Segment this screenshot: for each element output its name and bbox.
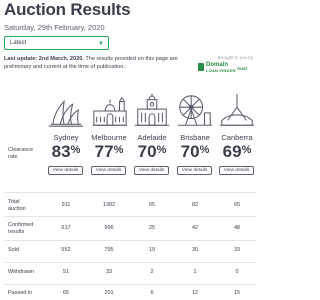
table-cell: 795 (104, 247, 114, 253)
table-cell: 48 (233, 225, 241, 231)
table-cell: 42 (191, 225, 199, 231)
divider (4, 216, 256, 217)
table-cell: 51 (62, 269, 70, 275)
table-cell: 552 (61, 247, 71, 253)
table-cell: 2 (150, 269, 154, 275)
sponsor-logo-side: Aust (237, 66, 247, 71)
clearance-rate-value: 77% (87, 142, 131, 162)
clearance-rate-value: 83% (44, 142, 88, 162)
brisbane-wheel-icon (176, 92, 214, 130)
table-row-label: Passed in (8, 290, 33, 296)
table-row-label: Confirmed results (8, 222, 34, 235)
view-details-button-brisbane[interactable]: View details (177, 166, 212, 175)
clearance-rate-label: Clearance rate (8, 147, 34, 160)
table-cell: 65 (62, 290, 70, 296)
table-cell: 25 (148, 225, 156, 231)
city-name: Adelaide (137, 133, 167, 142)
city-name: Sydney (53, 133, 79, 142)
percent-symbol: % (156, 144, 167, 156)
table-cell: 82 (191, 202, 199, 208)
table-cell: 12 (191, 290, 199, 296)
percent-symbol: % (70, 144, 81, 156)
chevron-down-icon: ▼ (98, 41, 104, 47)
table-cell: 911 (61, 202, 71, 208)
view-details-button-canberra[interactable]: View details (219, 166, 254, 175)
table-cell: 33 (105, 269, 113, 275)
table-row-label: Total auction (8, 199, 26, 212)
last-update-note: Last update: 2nd March, 2020. The result… (4, 56, 194, 71)
clearance-rate-number: 70 (137, 142, 157, 161)
clearance-rate-number: 77 (94, 142, 114, 161)
city-name: Melbourne (91, 133, 127, 142)
table-cell: 19 (148, 247, 156, 253)
table-cell: 617 (61, 225, 71, 231)
canberra-parliament-icon (218, 92, 256, 130)
flinders-station-icon (91, 92, 129, 130)
table-cell: 201 (104, 290, 114, 296)
table-cell: 65 (233, 202, 241, 208)
table-cell: 30 (191, 247, 199, 253)
period-select[interactable]: Latest ▼ (4, 36, 109, 50)
opera-house-icon (47, 92, 85, 130)
table-cell: 0 (235, 269, 239, 275)
clearance-rate-value: 69% (215, 142, 259, 162)
clearance-rate-value: 70% (173, 142, 217, 162)
table-cell: 15 (233, 290, 241, 296)
last-update-label: Last update: 2nd March, 2020. (4, 56, 84, 62)
view-details-button-sydney[interactable]: View details (48, 166, 83, 175)
period-select-value: Latest (10, 40, 27, 46)
clearance-rate-value: 70% (130, 142, 174, 162)
view-details-button-melbourne[interactable]: View details (91, 166, 126, 175)
domain-logo-icon (198, 63, 204, 71)
percent-symbol: % (199, 144, 210, 156)
auction-date: Saturday, 29th February, 2020 (4, 23, 105, 32)
table-row-label: Sold (8, 247, 20, 253)
percent-symbol: % (113, 144, 124, 156)
table-cell: 65 (148, 202, 156, 208)
adelaide-building-icon (133, 92, 171, 130)
divider (4, 262, 256, 263)
divider (4, 284, 256, 285)
clearance-rate-number: 69 (222, 142, 242, 161)
divider (4, 192, 256, 193)
view-details-button-adelaide[interactable]: View details (134, 166, 169, 175)
table-cell: 33 (233, 247, 241, 253)
sponsor-logo-sub: LOAN FINDER (206, 68, 236, 73)
city-name: Brisbane (180, 133, 210, 142)
percent-symbol: % (241, 144, 252, 156)
clearance-rate-number: 70 (180, 142, 200, 161)
table-cell: 6 (150, 290, 154, 296)
page-title: Auction Results (4, 0, 131, 19)
divider (4, 240, 256, 241)
table-cell: 996 (104, 225, 114, 231)
table-cell: 1382 (102, 202, 116, 208)
clearance-rate-number: 83 (51, 142, 71, 161)
city-name: Canberra (221, 133, 253, 142)
sponsor-caption: Brought to you by (217, 55, 253, 60)
table-row-label: Withdrawn (8, 269, 34, 275)
table-cell: 1 (193, 269, 197, 275)
